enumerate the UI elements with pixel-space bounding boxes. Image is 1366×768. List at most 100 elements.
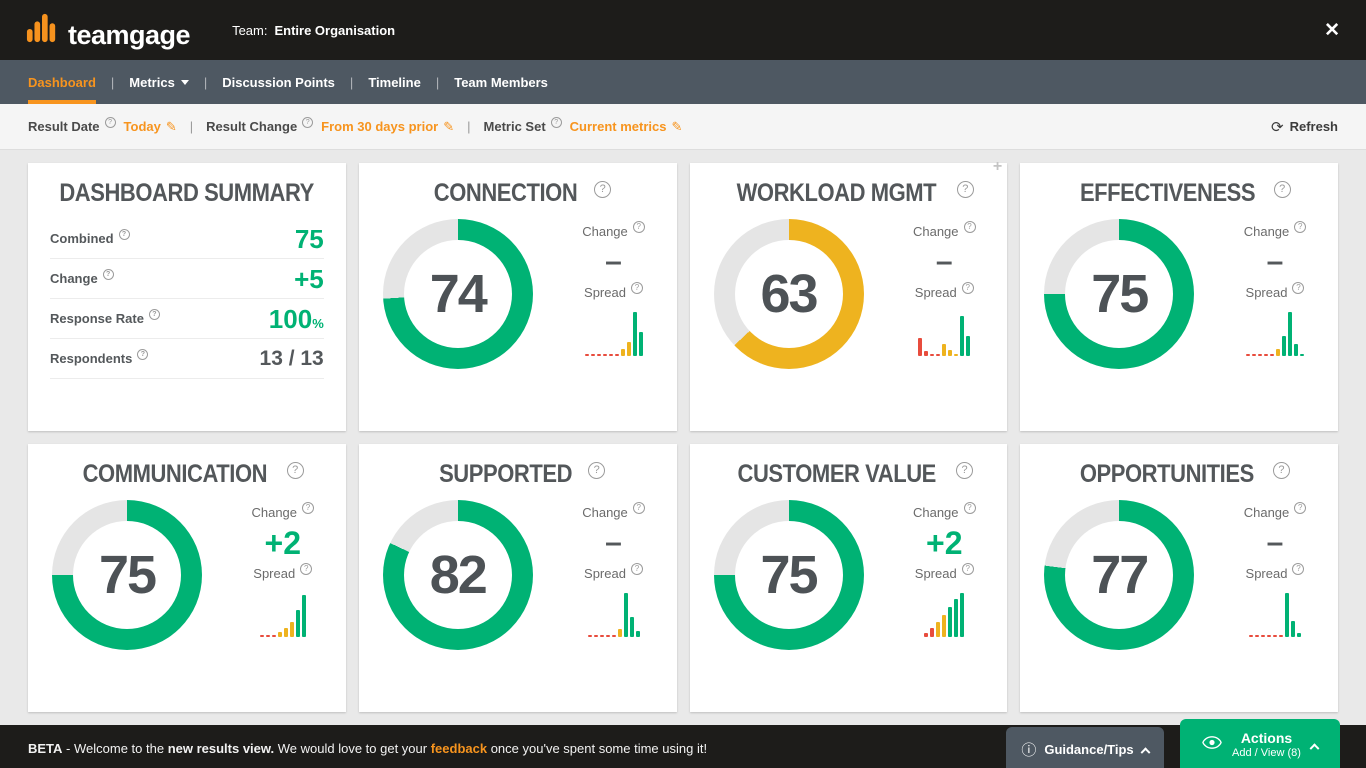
dashboard-summary-card: DASHBOARD SUMMARY Combined? 75 Change? +5 Re… [28,163,346,431]
summary-row-label: Combined? [50,229,130,246]
nav-divider: | [349,74,354,90]
card-title-row: COMMUNICATION? [28,444,346,500]
guidance-tips-button[interactable]: ⓘ Guidance/Tips [1006,727,1164,768]
score-value: 82 [429,545,488,605]
value-suffix: % [312,315,324,331]
spread-bar [1282,336,1286,356]
change-value: – [605,245,622,278]
spread-bar [942,344,947,356]
nav-divider: | [203,74,208,90]
help-icon[interactable]: ? [1272,461,1290,479]
spread-bar [960,316,965,356]
metric-card-connection: CONNECTION? 74 Change? – Spread? [358,163,677,431]
help-icon[interactable]: ? [302,501,315,514]
help-icon[interactable]: ? [630,562,643,575]
tab-metrics[interactable]: Metrics [129,60,189,104]
help-icon[interactable]: ? [1273,180,1291,198]
spread-bar [1288,312,1292,356]
help-icon[interactable]: ? [588,461,606,479]
result-date-value[interactable]: Today [124,119,161,134]
help-icon[interactable]: ? [148,309,160,320]
spread-bar [599,635,604,637]
tab-team-members[interactable]: Team Members [454,60,548,104]
result-date-label: Result Date [28,119,100,134]
feedback-link[interactable]: feedback [431,741,487,756]
help-icon[interactable]: ? [550,117,562,128]
spread-bar [1255,635,1259,637]
spread-bar [924,351,929,356]
spread-bar [954,354,959,356]
spread-bar [1270,354,1274,356]
help-icon[interactable]: ? [956,461,974,479]
spread-bar [608,354,613,356]
score-value: 74 [429,264,488,324]
help-icon[interactable]: ? [632,220,645,233]
spread-bar [1273,635,1277,637]
spread-bar [1279,635,1283,637]
score-value: 75 [760,545,818,605]
spread-bar [1276,349,1280,356]
metric-title: EFFECTIVENESS [1079,179,1256,207]
help-icon[interactable]: ? [1292,562,1305,575]
help-icon[interactable]: ? [1292,281,1305,294]
edit-icon[interactable]: ✎ [166,119,177,135]
help-icon[interactable]: ? [632,501,645,514]
move-card-icon[interactable]: + [993,159,1002,175]
metric-title: CONNECTION [433,179,578,207]
help-icon[interactable]: ? [300,562,313,575]
metric-card-effectiveness: EFFECTIVENESS? 75 Change? – Spread? [1020,163,1338,431]
metric-title: OPPORTUNITIES [1080,460,1255,488]
help-icon[interactable]: ? [286,461,304,479]
card-title-row: CUSTOMER VALUE? [690,444,1008,500]
help-icon[interactable]: ? [1294,501,1307,514]
spread-bar [605,635,610,637]
spread-chart [918,308,971,356]
summary-row-value: 13 / 13 [259,347,324,370]
help-icon[interactable]: ? [956,180,974,198]
help-icon[interactable]: ? [302,117,314,128]
change-label: Change [912,505,959,520]
actions-title: Actions [1240,730,1293,746]
summary-row-value: 100% [268,303,324,334]
tab-timeline[interactable]: Timeline [368,60,421,104]
summary-rows: Combined? 75 Change? +5 Response Rate? 100% Re… [28,219,346,379]
help-icon[interactable]: ? [630,281,643,294]
score-value: 75 [98,545,157,605]
help-icon[interactable]: ? [594,180,612,198]
help-icon[interactable]: ? [961,281,974,294]
change-label-row: Change? [912,501,976,520]
edit-icon[interactable]: ✎ [443,119,454,135]
change-value: – [935,245,953,278]
help-icon[interactable]: ? [102,269,114,280]
beta-text-3: once you've spent some time using it! [487,740,708,756]
change-label-row: Change? [582,501,645,520]
tab-dashboard[interactable]: Dashboard [28,60,96,104]
help-icon[interactable]: ? [118,229,130,240]
help-icon[interactable]: ? [963,501,976,514]
tab-discussion-points[interactable]: Discussion Points [222,60,335,104]
spread-bar [930,354,935,356]
help-icon[interactable]: ? [963,220,976,233]
refresh-button[interactable]: ⟳ Refresh [1271,118,1338,136]
spread-bar [1294,344,1298,356]
change-value: – [1266,245,1284,278]
close-icon[interactable]: ✕ [1324,19,1340,42]
spread-label: Spread [1245,566,1288,581]
refresh-label: Refresh [1289,119,1338,134]
filter-divider: | [189,119,194,134]
main-nav: Dashboard | Metrics | Discussion Points | Time… [0,60,1366,104]
score-gauge: 75 [52,500,202,650]
help-icon[interactable]: ? [137,349,149,360]
metric-set-value[interactable]: Current metrics [570,119,667,134]
help-icon[interactable]: ? [1294,220,1307,233]
actions-button[interactable]: Actions Add / View (8) [1180,719,1340,768]
spread-bar [1285,593,1289,637]
metric-title: CUSTOMER VALUE [737,460,936,488]
tab-label: Metrics [129,74,175,90]
result-change-value[interactable]: From 30 days prior [321,119,438,134]
spread-bar [948,350,953,356]
teamgage-logo[interactable]: teamgage [26,12,191,49]
edit-icon[interactable]: ✎ [671,119,682,135]
help-icon[interactable]: ? [961,562,974,575]
help-icon[interactable]: ? [104,117,116,128]
